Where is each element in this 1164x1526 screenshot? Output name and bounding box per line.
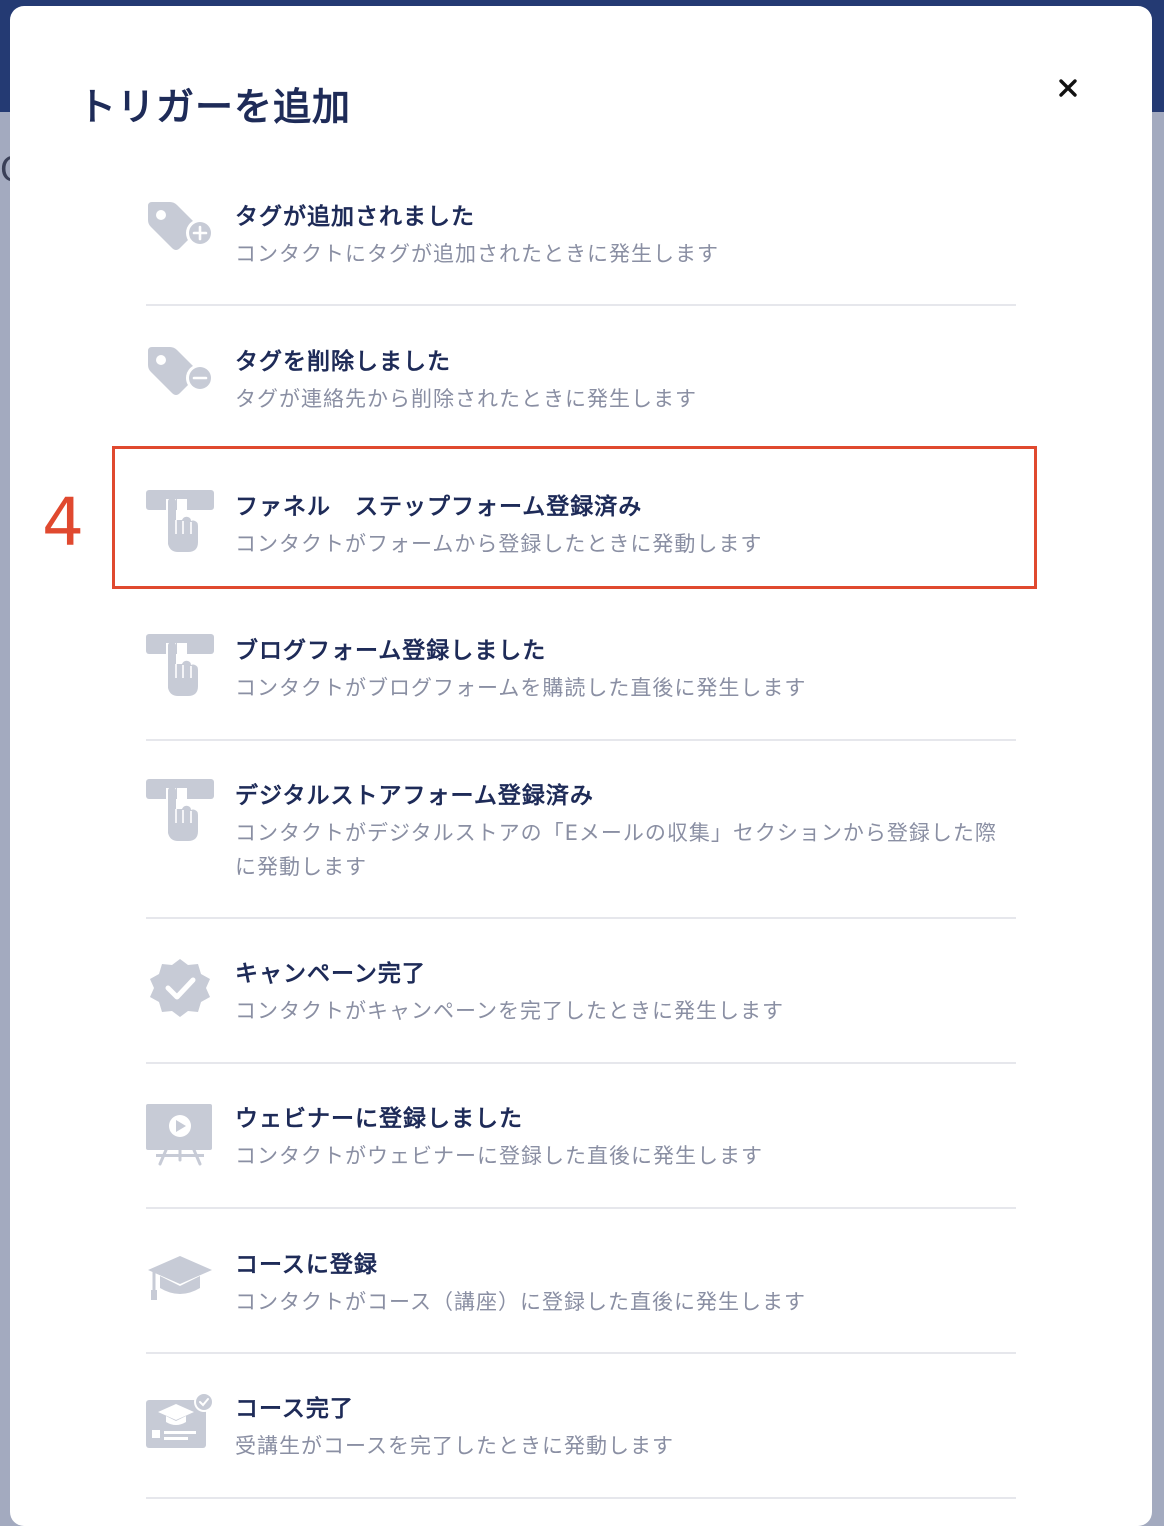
trigger-description: 受講生がコースを完了したときに発動します [235, 1434, 674, 1458]
check-badge-icon [150, 959, 210, 1017]
graduation-cap-icon [148, 1256, 212, 1300]
hand-pointer-form-icon [146, 490, 214, 552]
webinar-screen-icon [146, 1104, 212, 1166]
step-number-label: 4 [42, 484, 84, 561]
trigger-description: コンタクトがフォームから登録したときに発動します [235, 532, 763, 556]
trigger-title: キャンペーン完了 [235, 961, 426, 987]
divider [146, 1497, 1016, 1499]
trigger-title: ファネル ステップフォーム登録済み [235, 494, 643, 520]
trigger-title: コースに登録 [235, 1252, 378, 1278]
modal-title: トリガーを追加 [78, 85, 352, 129]
divider [146, 1207, 1016, 1209]
trigger-description: コンタクトがブログフォームを購読した直後に発生します [235, 676, 807, 700]
divider [146, 739, 1016, 741]
tag-plus-icon [148, 202, 214, 250]
divider [146, 1062, 1016, 1064]
course-certificate-icon [146, 1392, 214, 1448]
close-icon [1059, 79, 1077, 97]
trigger-description: コンタクトにタグが追加されたときに発生します [235, 242, 719, 266]
divider [146, 917, 1016, 919]
close-button[interactable] [1050, 70, 1086, 106]
trigger-description: コンタクトがキャンペーンを完了したときに発生します [235, 999, 784, 1023]
trigger-title: タグを削除しました [235, 349, 451, 375]
trigger-title: ブログフォーム登録しました [235, 638, 547, 664]
trigger-title: タグが追加されました [235, 204, 475, 230]
hand-pointer-form-icon [146, 634, 214, 696]
trigger-title: コース完了 [235, 1396, 354, 1422]
tag-minus-icon [148, 347, 214, 395]
trigger-title: ウェビナーに登録しました [235, 1106, 523, 1132]
divider [146, 304, 1016, 306]
trigger-description: タグが連絡先から削除されたときに発生します [235, 387, 697, 411]
trigger-description: コンタクトがデジタルストアの「Eメールの収集」セクションから登録した際に発動しま… [235, 821, 997, 879]
add-trigger-modal: トリガーを追加 タグが追加されました コンタクトにタグが追加されたときに発生しま… [10, 6, 1152, 1526]
divider [146, 1352, 1016, 1354]
trigger-description: コンタクトがコース（講座）に登録した直後に発生します [235, 1290, 806, 1314]
hand-pointer-form-icon [146, 779, 214, 841]
trigger-description: コンタクトがウェビナーに登録した直後に発生します [235, 1144, 763, 1168]
trigger-title: デジタルストアフォーム登録済み [235, 783, 594, 809]
